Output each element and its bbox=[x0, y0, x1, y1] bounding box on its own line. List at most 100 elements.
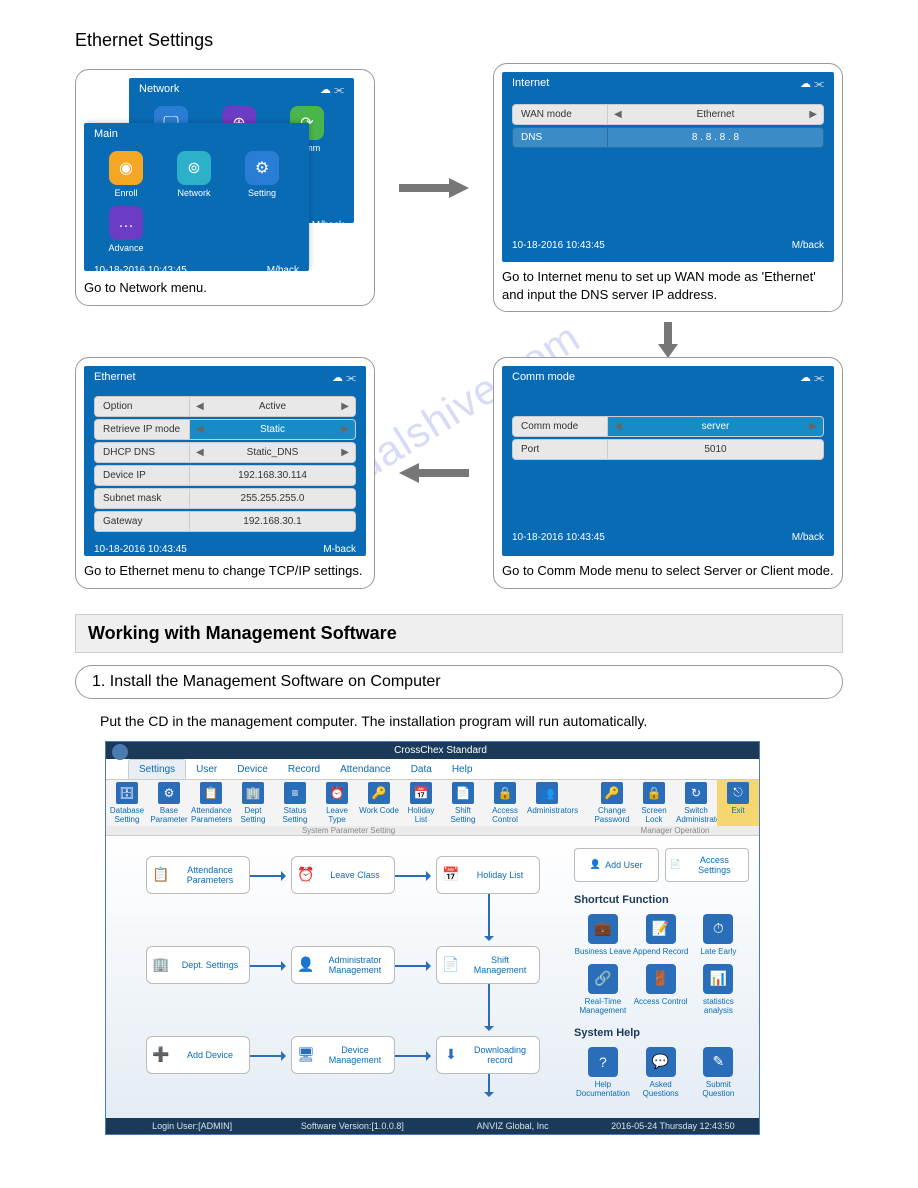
card-network: Network☁ ⫘ 🖵Ethernet⊕Internet⟳Comm☁Cloud… bbox=[75, 69, 375, 306]
chevron-left-icon: ◀ bbox=[196, 424, 204, 435]
shortcut-label: Help Documentation bbox=[574, 1080, 632, 1098]
cloud-icon: ☁ ⫘ bbox=[320, 83, 344, 97]
shortcut-real-time-management[interactable]: 🔗 Real-Time Management bbox=[574, 964, 632, 1015]
ribbon-administrators-button[interactable]: 👥Administrators bbox=[526, 780, 568, 826]
setting-row-dhcp-dns[interactable]: DHCP DNS◀▶Static_DNS bbox=[94, 442, 356, 463]
shortcut-access-control[interactable]: 🚪Access Control bbox=[632, 964, 690, 1015]
setting-row-retrieve-ip-mode[interactable]: Retrieve IP mode◀▶Static bbox=[94, 419, 356, 440]
flow-attendance-parameters[interactable]: 📋Attendance Parameters bbox=[146, 856, 250, 894]
menu-icon-setting[interactable]: ⚙Setting bbox=[232, 151, 292, 198]
tab-help[interactable]: Help bbox=[442, 760, 483, 779]
ribbon-icon: ⎋ bbox=[727, 782, 749, 804]
shortcut-business-leave[interactable]: 💼Business Leave bbox=[574, 914, 632, 956]
side-access-settings-button[interactable]: 📄Access Settings bbox=[665, 848, 750, 882]
ribbon-work-code-button[interactable]: 🔑Work Code bbox=[358, 780, 400, 826]
flow-item-label: Add Device bbox=[175, 1050, 249, 1060]
caption-network: Go to Network menu. bbox=[84, 279, 366, 297]
setting-row-dns[interactable]: DNS8 . 8 . 8 . 8 bbox=[512, 127, 824, 148]
arrow-left-icon bbox=[375, 463, 493, 483]
panel-title: Ethernet bbox=[94, 371, 136, 383]
ribbon-status-setting-button[interactable]: ≡Status Setting bbox=[274, 780, 316, 826]
shortcut-submit-question[interactable]: ✎Submit Question bbox=[690, 1047, 748, 1098]
setting-row-device-ip[interactable]: Device IP192.168.30.114 bbox=[94, 465, 356, 486]
shortcut-label: Real-Time Management bbox=[574, 997, 632, 1015]
flow-downloading-record[interactable]: ⬇Downloading record bbox=[436, 1036, 540, 1074]
shortcut-late-early[interactable]: ⏱Late Early bbox=[690, 914, 748, 956]
ribbon-database-setting-button[interactable]: 🗄Database Setting bbox=[106, 780, 148, 826]
menu-icon-network[interactable]: ⊚Network bbox=[164, 151, 224, 198]
shortcut-asked-questions[interactable]: 💬Asked Questions bbox=[632, 1047, 690, 1098]
ribbon-label: Change Password bbox=[592, 806, 632, 824]
internet-screen: Internet☁ ⫘ WAN mode◀▶EthernetDNS8 . 8 .… bbox=[502, 72, 834, 262]
main-panel-front: Main ◉Enroll⊚Network⚙Setting…Advance 10-… bbox=[84, 123, 309, 271]
tab-device[interactable]: Device bbox=[227, 760, 278, 779]
timestamp: 10-18-2016 10:43:45 bbox=[512, 240, 605, 251]
chevron-right-icon: ▶ bbox=[809, 109, 817, 120]
mback-label: M-back bbox=[323, 544, 356, 555]
setting-row-subnet-mask[interactable]: Subnet mask255.255.255.0 bbox=[94, 488, 356, 509]
section-heading: Working with Management Software bbox=[75, 614, 843, 653]
chevron-left-icon: ◀ bbox=[614, 421, 622, 432]
ribbon-exit-button[interactable]: ⎋Exit bbox=[717, 780, 759, 826]
ribbon-holiday-list-button[interactable]: 📅Holiday List bbox=[400, 780, 442, 826]
ribbon-leave-type-button[interactable]: ⏰Leave Type bbox=[316, 780, 358, 826]
ribbon-shift-setting-button[interactable]: 📄Shift Setting bbox=[442, 780, 484, 826]
flow-leave-class[interactable]: ⏰Leave Class bbox=[291, 856, 395, 894]
setting-label: DHCP DNS bbox=[95, 443, 190, 462]
cloud-icon: ☁ ⫘ bbox=[800, 77, 824, 91]
chevron-right-icon: ▶ bbox=[341, 447, 349, 458]
setting-row-gateway[interactable]: Gateway192.168.30.1 bbox=[94, 511, 356, 532]
ribbon-access-control-button[interactable]: 🔒Access Control bbox=[484, 780, 526, 826]
ribbon-icon: 🗄 bbox=[116, 782, 138, 804]
mgmt-window: CrossChex Standard SettingsUserDeviceRec… bbox=[105, 741, 760, 1135]
shortcut-icon: 🔗 bbox=[588, 964, 618, 994]
flow-item-label: Leave Class bbox=[320, 870, 394, 880]
flow-dept-settings[interactable]: 🏢Dept. Settings bbox=[146, 946, 250, 984]
tab-settings[interactable]: Settings bbox=[128, 759, 186, 779]
flow-device-management[interactable]: 🖥Device Management bbox=[291, 1036, 395, 1074]
menu-icon-enroll[interactable]: ◉Enroll bbox=[96, 151, 156, 198]
setting-row-comm-mode[interactable]: Comm mode◀▶server bbox=[512, 416, 824, 437]
tab-record[interactable]: Record bbox=[278, 760, 330, 779]
ribbon-attendance-parameters-button[interactable]: 📋Attendance Parameters bbox=[190, 780, 232, 826]
ribbon-icon: 👥 bbox=[536, 782, 558, 804]
flow-item-icon: 📅 bbox=[437, 866, 465, 883]
ribbon-dept-setting-button[interactable]: 🏢Dept Setting bbox=[232, 780, 274, 826]
setting-row-option[interactable]: Option◀▶Active bbox=[94, 396, 356, 417]
setting-label: WAN mode bbox=[513, 105, 608, 124]
ribbon-label: Holiday List bbox=[401, 806, 441, 824]
flow-administrator-management[interactable]: 👤Administrator Management bbox=[291, 946, 395, 984]
menu-icon-advance[interactable]: …Advance bbox=[96, 206, 156, 253]
shortcut-label: Asked Questions bbox=[632, 1080, 690, 1098]
side-add-user-button[interactable]: 👤Add User bbox=[574, 848, 659, 882]
tab-user[interactable]: User bbox=[186, 760, 227, 779]
flow-holiday-list[interactable]: 📅Holiday List bbox=[436, 856, 540, 894]
help-title: System Help bbox=[574, 1027, 749, 1039]
flow-shift-management[interactable]: 📄Shift Management bbox=[436, 946, 540, 984]
setting-row-wan-mode[interactable]: WAN mode◀▶Ethernet bbox=[512, 104, 824, 125]
mgmt-ribbon: 🗄Database Setting⚙Base Parameter📋Attenda… bbox=[106, 780, 759, 836]
chevron-right-icon: ▶ bbox=[809, 421, 817, 432]
shortcut-statistics-analysis[interactable]: 📊statistics analysis bbox=[690, 964, 748, 1015]
shortcut-label: Append Record bbox=[632, 947, 690, 956]
comm-screen: Comm mode☁ ⫘ Comm mode◀▶serverPort5010 1… bbox=[502, 366, 834, 556]
ribbon-screen-lock-button[interactable]: 🔒Screen Lock bbox=[633, 780, 675, 826]
flow-add-device[interactable]: ➕Add Device bbox=[146, 1036, 250, 1074]
ribbon-label: Access Control bbox=[485, 806, 525, 824]
tab-data[interactable]: Data bbox=[401, 760, 442, 779]
shortcut-label: Access Control bbox=[632, 997, 690, 1006]
ribbon-change-password-button[interactable]: 🔑Change Password bbox=[591, 780, 633, 826]
flow-item-icon: ➕ bbox=[147, 1046, 175, 1063]
ribbon-base-parameter-button[interactable]: ⚙Base Parameter bbox=[148, 780, 190, 826]
shortcut-append-record[interactable]: 📝Append Record bbox=[632, 914, 690, 956]
flow-item-icon: 👤 bbox=[292, 956, 320, 973]
icon-label: Network bbox=[164, 188, 224, 198]
status-company: ANVIZ Global, Inc bbox=[433, 1121, 593, 1131]
tab-attendance[interactable]: Attendance bbox=[330, 760, 401, 779]
shortcut-help-documentation[interactable]: ?Help Documentation bbox=[574, 1047, 632, 1098]
ribbon-switch-administrator-button[interactable]: ↻Switch Administrator bbox=[675, 780, 717, 826]
chevron-right-icon: ▶ bbox=[341, 401, 349, 412]
timestamp: 10-18-2016 10:43:45 bbox=[94, 544, 187, 555]
card-internet: Internet☁ ⫘ WAN mode◀▶EthernetDNS8 . 8 .… bbox=[493, 63, 843, 312]
setting-row-port[interactable]: Port5010 bbox=[512, 439, 824, 460]
